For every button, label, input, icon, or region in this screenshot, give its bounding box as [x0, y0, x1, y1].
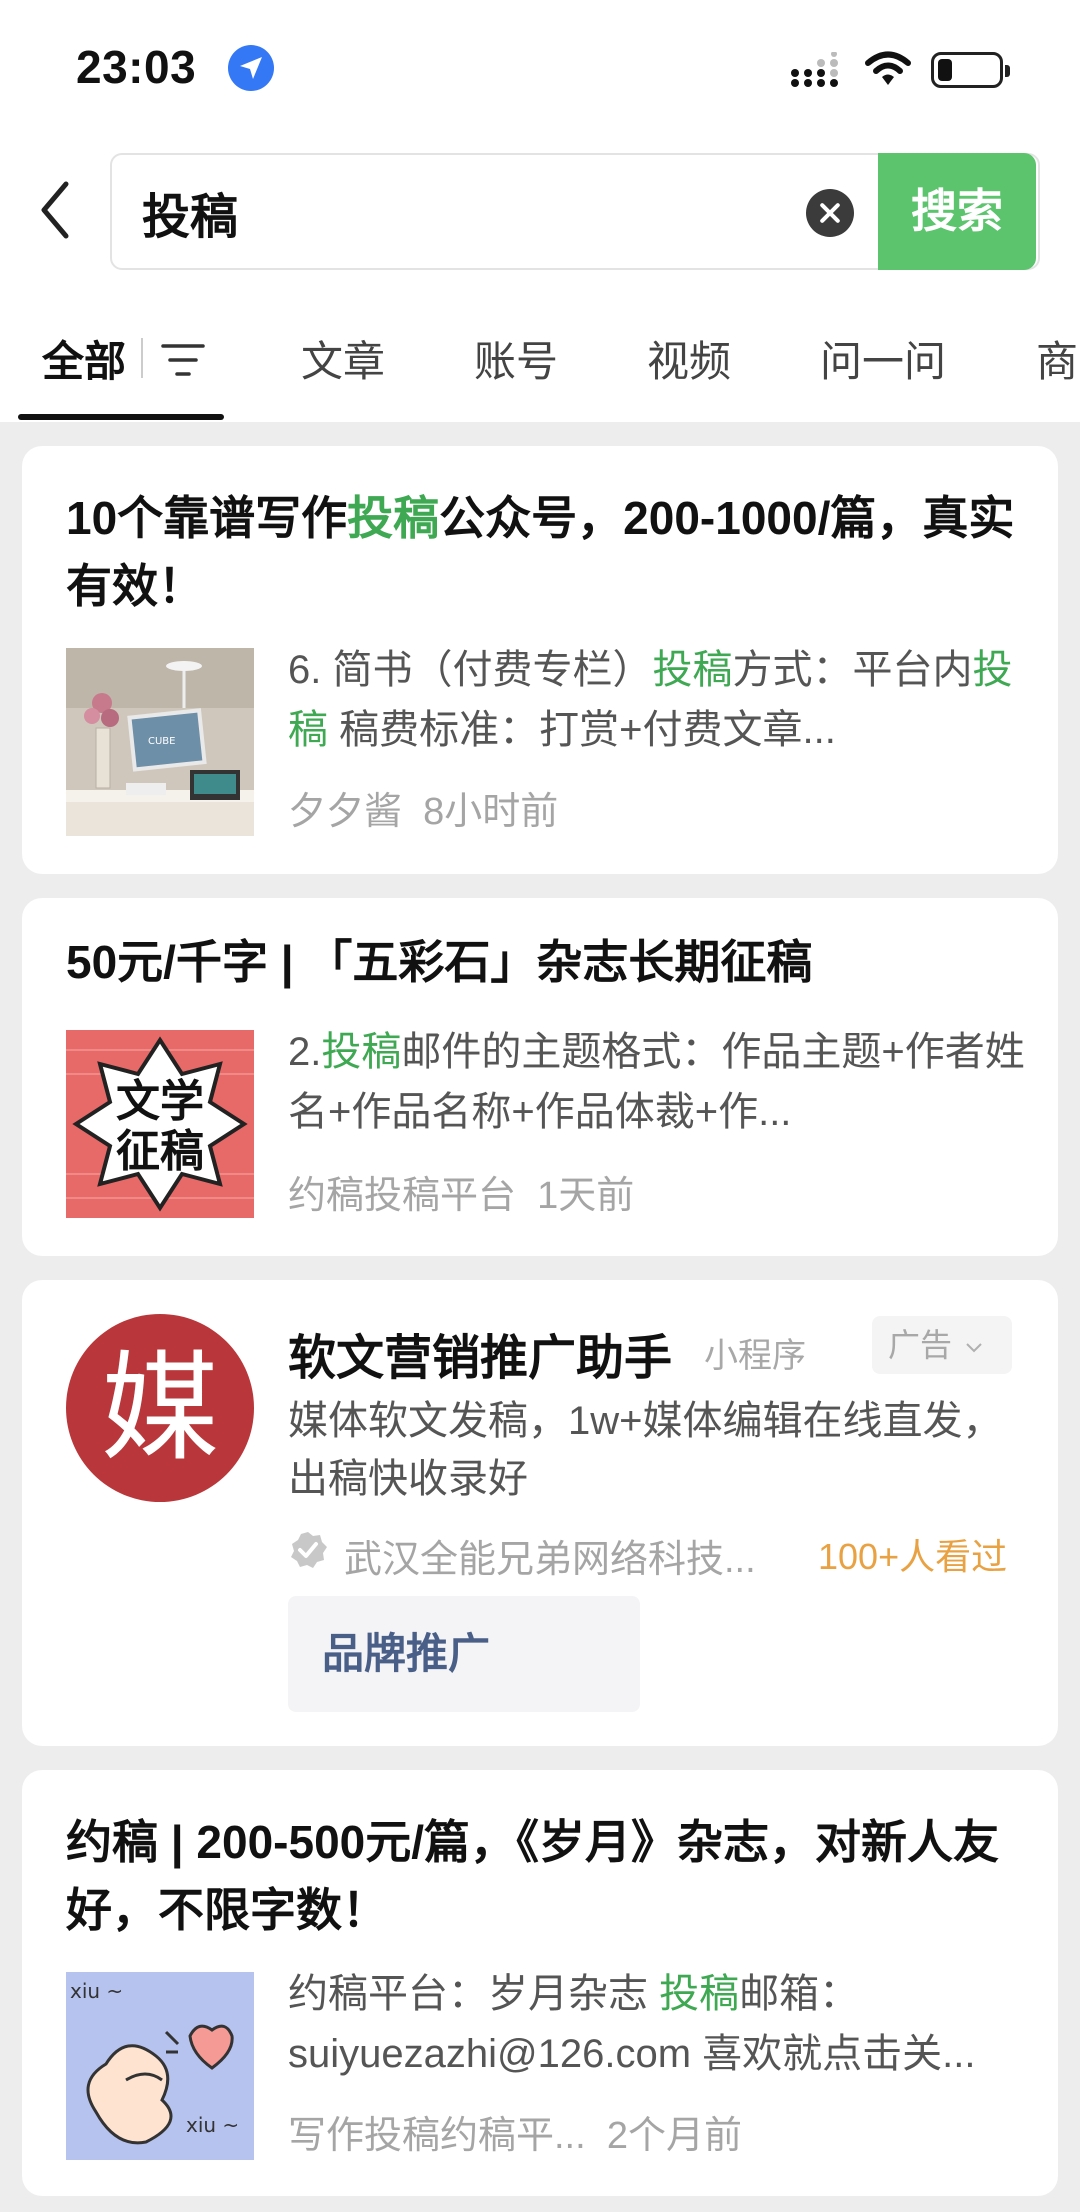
ad-type-label: 小程序 — [704, 1337, 806, 1375]
result-time: 2个月前 — [606, 2115, 742, 2157]
thumb-text-1: xiu ~ — [70, 1979, 123, 2003]
ad-card[interactable]: 媒 软文营销推广助手 小程序 广告 媒体软文发稿，1w+媒体编辑在线直发，出稿快… — [22, 1280, 1058, 1746]
active-tab-indicator — [18, 414, 224, 420]
ad-name: 软文营销推广助手 — [288, 1332, 673, 1385]
result-card-3[interactable]: 约稿 | 200-500元/篇，《岁月》杂志，对新人友好，不限字数！ xiu ~… — [22, 1770, 1058, 2196]
result-time: 8小时前 — [423, 791, 559, 833]
wifi-icon — [865, 51, 911, 85]
status-bar: 23:03 — [0, 0, 1080, 140]
top-bar: 23:03 搜索 全部 文章 — [0, 0, 1080, 422]
result-snippet: 约稿平台：岁月杂志 投稿邮箱：suiyuezazhi@126.com 喜欢就点击… — [288, 1972, 976, 2076]
verified-badge-icon — [291, 1532, 327, 1568]
result-meta: 写作投稿约稿平... 2个月前 — [288, 2104, 742, 2159]
battery-icon — [931, 52, 1010, 88]
filter-icon[interactable] — [160, 340, 206, 380]
result-thumbnail: CUBE — [66, 648, 254, 836]
ad-views: 100+人看过 — [818, 1536, 1008, 1577]
tab-bar: 全部 文章 账号 视频 问一问 商 — [0, 318, 1080, 422]
search-button[interactable]: 搜索 — [878, 153, 1036, 270]
thumb-text: CUBE — [148, 736, 175, 747]
result-title: 10个靠谱写作投稿公众号，200-1000/篇，真实有效！ — [66, 492, 1015, 612]
tab-divider — [141, 338, 143, 378]
result-author: 约稿投稿平台 — [288, 1175, 517, 1217]
ad-avatar: 媒 — [66, 1314, 254, 1502]
thumb-line1: 文学 — [116, 1076, 204, 1127]
result-title: 50元/千字 | 「五彩石」杂志长期征稿 — [66, 936, 813, 988]
result-meta: 约稿投稿平台 1天前 — [288, 1164, 634, 1219]
thumb-text-2: xiu ~ — [186, 2113, 239, 2137]
search-input[interactable] — [142, 181, 782, 243]
status-time: 23:03 — [76, 41, 197, 93]
ad-description: 媒体软文发稿，1w+媒体编辑在线直发，出稿快收录好 — [288, 1399, 1003, 1501]
thumb-line2: 征稿 — [116, 1126, 204, 1177]
tab-all[interactable]: 全部 — [42, 328, 126, 389]
result-meta: 夕夕酱 8小时前 — [288, 780, 558, 835]
back-arrow-icon[interactable] — [36, 180, 76, 240]
result-author: 写作投稿约稿平... — [288, 2115, 586, 2157]
cellular-signal-icon — [791, 52, 838, 87]
clear-search-icon[interactable] — [806, 189, 854, 237]
result-snippet: 2.投稿邮件的主题格式：作品主题+作者姓名+作品名称+作品体裁+作... — [288, 1030, 1025, 1134]
ad-tag[interactable]: 广告 — [872, 1316, 1012, 1374]
result-time: 1天前 — [537, 1175, 635, 1217]
result-title: 约稿 | 200-500元/篇，《岁月》杂志，对新人友好，不限字数！ — [66, 1816, 1000, 1936]
location-arrow-icon — [228, 45, 274, 91]
chevron-down-icon — [966, 1342, 982, 1352]
ad-company: 武汉全能兄弟网络科技... — [344, 1539, 756, 1581]
brand-promotion-button[interactable]: 品牌推广 — [288, 1596, 640, 1712]
result-snippet: 6. 简书（付费专栏）投稿方式：平台内投稿 稿费标准：打赏+付费文章... — [288, 648, 1013, 752]
tab-articles[interactable]: 文章 — [301, 328, 385, 389]
result-card-1[interactable]: 10个靠谱写作投稿公众号，200-1000/篇，真实有效！ CUBE 6. 简书… — [22, 446, 1058, 874]
result-card-2[interactable]: 50元/千字 | 「五彩石」杂志长期征稿 文学 征稿 2.投稿邮件的主题格式：作… — [22, 898, 1058, 1256]
result-author: 夕夕酱 — [288, 791, 403, 833]
tab-videos[interactable]: 视频 — [647, 328, 731, 389]
result-thumbnail: 文学 征稿 — [66, 1030, 254, 1218]
tab-accounts[interactable]: 账号 — [474, 328, 558, 389]
tab-ask[interactable]: 问一问 — [820, 328, 946, 389]
result-thumbnail: xiu ~ xiu ~ — [66, 1972, 254, 2160]
tab-shop[interactable]: 商 — [1036, 328, 1078, 389]
